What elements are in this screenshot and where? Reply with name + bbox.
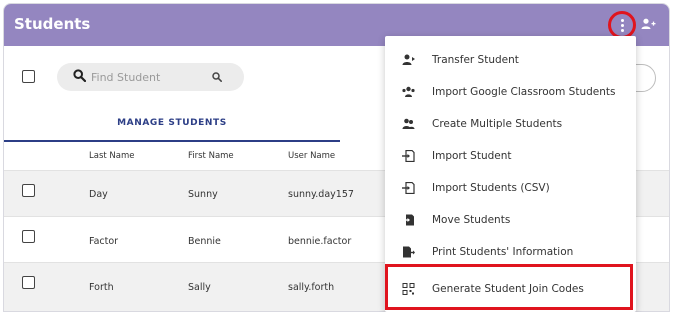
file-move-icon bbox=[402, 214, 414, 226]
search-icon bbox=[73, 69, 86, 82]
users-icon bbox=[402, 118, 415, 129]
search-input[interactable] bbox=[91, 68, 201, 86]
menu-item-import-student[interactable]: Import Student bbox=[385, 140, 636, 172]
highlight-frame bbox=[385, 264, 633, 310]
group-import-icon bbox=[402, 86, 415, 97]
select-all-checkbox[interactable] bbox=[22, 70, 35, 83]
kebab-icon bbox=[620, 18, 624, 32]
column-header-first-name[interactable]: First Name bbox=[188, 151, 234, 161]
row-checkbox[interactable] bbox=[22, 184, 35, 197]
file-import-icon bbox=[402, 182, 415, 194]
row-checkbox[interactable] bbox=[22, 230, 35, 243]
menu-item-create-multiple-students[interactable]: Create Multiple Students bbox=[385, 108, 636, 140]
last-name-cell: Day bbox=[89, 189, 108, 200]
first-name-cell: Bennie bbox=[188, 236, 221, 247]
row-checkbox[interactable] bbox=[22, 276, 35, 289]
first-name-cell: Sally bbox=[188, 282, 211, 293]
user-name-cell: bennie.factor bbox=[288, 236, 352, 247]
menu-item-transfer-student[interactable]: Transfer Student bbox=[385, 44, 636, 76]
user-name-cell: sally.forth bbox=[288, 282, 335, 293]
page-title: Students bbox=[14, 15, 91, 33]
last-name-cell: Forth bbox=[89, 282, 114, 293]
menu-item-import-students-csv[interactable]: Import Students (CSV) bbox=[385, 172, 636, 204]
print-export-icon bbox=[403, 246, 415, 258]
column-header-user-name[interactable]: User Name bbox=[288, 151, 335, 161]
more-options-button[interactable] bbox=[608, 11, 636, 39]
search-submit-icon[interactable] bbox=[212, 72, 222, 82]
tab-label: MANAGE STUDENTS bbox=[117, 118, 227, 128]
add-user-icon[interactable] bbox=[641, 18, 656, 30]
menu-item-import-google-classroom[interactable]: Import Google Classroom Students bbox=[385, 76, 636, 108]
tab-manage-students[interactable]: MANAGE STUDENTS bbox=[4, 108, 340, 142]
first-name-cell: Sunny bbox=[188, 189, 218, 200]
transfer-user-icon bbox=[402, 54, 415, 65]
file-import-icon bbox=[402, 150, 415, 162]
last-name-cell: Factor bbox=[89, 236, 119, 247]
menu-item-move-students[interactable]: Move Students bbox=[385, 204, 636, 236]
search-bar bbox=[57, 63, 244, 91]
column-header-last-name[interactable]: Last Name bbox=[89, 151, 134, 161]
user-name-cell: sunny.day157 bbox=[288, 189, 354, 200]
